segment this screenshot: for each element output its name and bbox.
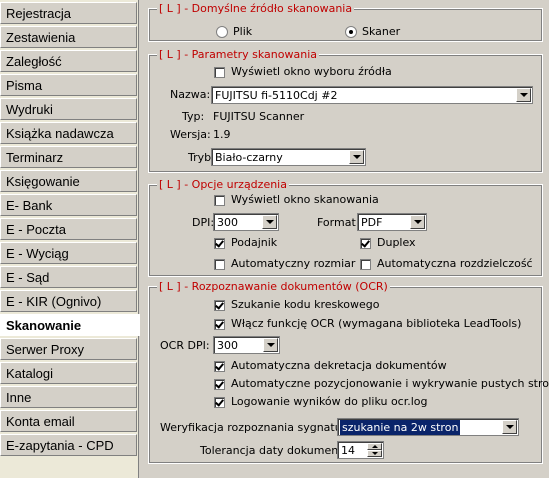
version-label: Wersja: [170,128,211,141]
barcode-search-label: Szukanie kodu kreskowego [231,298,380,311]
show-source-dialog-label: Wyświetl okno wyboru źródła [231,65,392,78]
ocr-dpi-select[interactable]: 300 [213,336,280,354]
date-tolerance-value: 14 [341,444,355,457]
sidebar-item[interactable]: Skanowanie [0,314,140,336]
date-tolerance-label: Tolerancja daty dokumentu: [200,444,354,457]
show-source-dialog-checkbox[interactable] [214,67,225,78]
duplex-label: Duplex [377,236,416,249]
format-label: Format: [317,216,360,229]
chevron-down-icon[interactable] [349,150,364,164]
auto-decretation-label: Automatyczna dekretacja dokumentów [231,359,447,372]
format-value: PDF [361,216,383,229]
barcode-search-checkbox[interactable] [214,300,225,311]
chevron-down-icon[interactable] [263,338,278,352]
version-value: 1.9 [213,128,231,141]
chevron-down-icon[interactable] [502,420,517,434]
ocr-dpi-value: 300 [217,339,238,352]
mode-value: Biało-czarny [215,151,283,164]
sidebar-item[interactable]: Pisma [0,74,137,96]
scanning-settings-panel: [ L ] - Domyślne źródło skanowania Plik … [140,0,549,478]
sidebar-item[interactable]: Zestawienia [0,26,137,48]
source-scanner-radio[interactable] [345,26,357,38]
sidebar-item[interactable]: Inne [0,386,137,408]
ocr-dpi-label: OCR DPI: [160,339,210,352]
ocr-enable-checkbox[interactable] [214,319,225,330]
ocr-group: [ L ] - Rozpoznawanie dokumentów (OCR) S… [148,280,549,464]
format-select[interactable]: PDF [357,213,427,231]
feeder-checkbox[interactable] [214,238,225,249]
sidebar-item[interactable]: Terminarz [0,146,137,168]
scanner-name-select[interactable]: FUJITSU fi-5110Cdj #2 [211,86,533,104]
sidebar-item[interactable]: E - KIR (Ognivo) [0,290,137,312]
type-value: FUJITSU Scanner [213,110,305,123]
auto-size-checkbox[interactable] [214,259,225,270]
scan-params-legend: [ L ] - Parametry skanowania [157,48,319,61]
signature-verification-value: szukanie na 2w stron [340,420,461,435]
sidebar-item[interactable]: Książka nadawcza [0,122,137,144]
feeder-label: Podajnik [231,236,278,249]
scan-params-group: [ L ] - Parametry skanowania Wyświetl ok… [148,48,543,173]
spin-up-icon[interactable] [367,443,382,450]
ocr-enable-label: Włącz funkcję OCR (wymagana biblioteka L… [231,317,522,330]
signature-verification-label: Weryfikacja rozpoznania sygnatury: [160,421,356,434]
duplex-checkbox[interactable] [360,238,371,249]
auto-positioning-label: Automatyczne pozycjonowanie i wykrywanie… [231,377,549,390]
dpi-select[interactable]: 300 [213,213,279,231]
sidebar-item[interactable]: Wydruki [0,98,137,120]
auto-size-label: Automatyczny rozmiar [231,257,356,270]
scanner-name-value: FUJITSU fi-5110Cdj #2 [215,89,338,102]
sidebar-item[interactable]: E - Sąd [0,266,137,288]
chevron-down-icon[interactable] [410,215,425,229]
type-label: Typ: [182,110,205,123]
device-options-legend: [ L ] - Opcje urządzenia [157,178,289,191]
mode-select[interactable]: Biało-czarny [211,148,366,166]
sidebar-item[interactable]: E-zapytania - CPD [0,434,137,456]
sidebar-item[interactable]: Rejestracja [0,2,137,24]
source-file-radio[interactable] [216,26,228,38]
source-scanner-label: Skaner [362,25,401,38]
device-options-group: [ L ] - Opcje urządzenia Wyświetl okno s… [148,178,543,277]
sidebar-item[interactable]: Zaległość [0,50,137,72]
sidebar-item[interactable]: E- Bank [0,194,137,216]
dpi-value: 300 [217,216,238,229]
auto-resolution-label: Automatyczna rozdzielczość [377,257,533,270]
chevron-down-icon[interactable] [516,88,531,102]
chevron-down-icon[interactable] [262,215,277,229]
name-label: Nazwa: [170,88,211,101]
ocr-log-label: Logowanie wyników do pliku ocr.log [231,395,428,408]
ocr-legend: [ L ] - Rozpoznawanie dokumentów (OCR) [157,280,390,293]
sidebar-item[interactable]: Księgowanie [0,170,137,192]
scan-source-group: [ L ] - Domyślne źródło skanowania Plik … [148,2,543,42]
show-scan-dialog-label: Wyświetl okno skanowania [231,193,379,206]
auto-positioning-checkbox[interactable] [214,379,225,390]
signature-verification-select[interactable]: szukanie na 2w stron [337,418,519,436]
show-scan-dialog-checkbox[interactable] [214,195,225,206]
sidebar-item[interactable]: E - Poczta [0,218,137,240]
sidebar-nav: Rejestracja Zestawienia Zaległość Pisma Wydr… [0,0,140,478]
spin-down-icon[interactable] [367,450,382,457]
auto-decretation-checkbox[interactable] [214,361,225,372]
scan-source-legend: [ L ] - Domyślne źródło skanowania [157,2,355,15]
ocr-log-checkbox[interactable] [214,397,225,408]
spinner-buttons[interactable] [367,443,382,457]
sidebar-item[interactable]: Katalogi [0,362,137,384]
auto-resolution-checkbox[interactable] [360,259,371,270]
sidebar-item[interactable]: Konta email [0,410,137,432]
sidebar-item[interactable]: E - Wyciąg [0,242,137,264]
date-tolerance-spinner[interactable]: 14 [337,441,384,459]
sidebar-item[interactable]: Serwer Proxy [0,338,137,360]
dpi-label: DPI: [192,216,215,229]
source-file-label: Plik [233,25,253,38]
